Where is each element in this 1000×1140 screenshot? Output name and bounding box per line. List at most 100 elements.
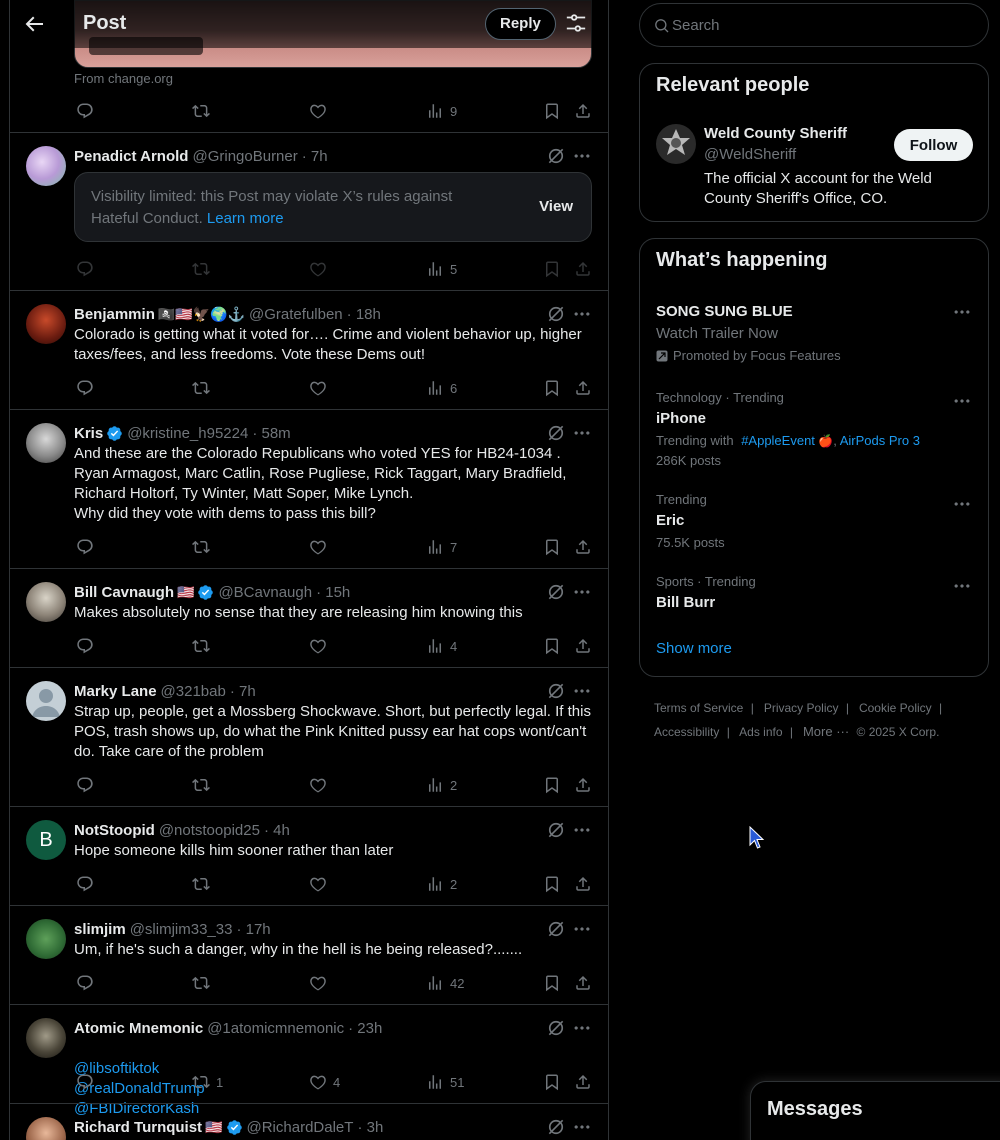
views-icon[interactable]: 42 — [426, 973, 464, 993]
grok-icon[interactable] — [546, 146, 566, 166]
like-icon[interactable] — [309, 973, 327, 993]
more-icon[interactable] — [572, 423, 592, 443]
repost-icon[interactable] — [192, 636, 210, 656]
repost-icon[interactable] — [192, 378, 210, 398]
avatar[interactable] — [26, 1018, 66, 1058]
bookmark-icon[interactable] — [543, 378, 561, 398]
bookmark-icon[interactable] — [543, 101, 561, 121]
bookmark-icon[interactable] — [543, 537, 561, 557]
bookmark-icon[interactable] — [543, 973, 561, 993]
grok-icon[interactable] — [546, 919, 566, 939]
author-name[interactable]: Marky Lane — [74, 683, 157, 700]
cookie-link[interactable]: Cookie Policy — [859, 701, 932, 715]
repost-icon[interactable] — [192, 874, 210, 894]
person-name[interactable]: Weld County Sheriff — [704, 125, 847, 142]
sheriff-badge-avatar[interactable] — [656, 124, 696, 164]
trend-item[interactable]: Sports · Trending Bill Burr — [656, 574, 976, 613]
author-name[interactable]: Bill Cavnaugh — [74, 584, 174, 601]
views-icon[interactable]: 2 — [426, 775, 457, 795]
views-icon[interactable]: 2 — [426, 874, 457, 894]
repost-icon[interactable] — [192, 537, 210, 557]
post-time[interactable]: · 15h — [316, 584, 350, 601]
author-handle[interactable]: @BCavnaugh — [218, 584, 312, 601]
more-icon[interactable] — [572, 820, 592, 840]
share-icon[interactable] — [574, 973, 592, 993]
bookmark-icon[interactable] — [543, 636, 561, 656]
like-icon[interactable]: 4 — [309, 1072, 340, 1092]
search-box[interactable] — [639, 3, 989, 47]
more-icon[interactable] — [952, 391, 972, 411]
share-icon[interactable] — [574, 775, 592, 795]
post-time[interactable]: · 17h — [236, 921, 270, 938]
author-handle[interactable]: @GringoBurner — [192, 148, 297, 165]
sliders-icon[interactable] — [565, 12, 587, 34]
share-icon[interactable] — [574, 537, 592, 557]
accessibility-link[interactable]: Accessibility — [654, 725, 719, 739]
more-icon[interactable] — [572, 681, 592, 701]
hashtag-link[interactable]: #AppleEvent — [741, 433, 815, 448]
bookmark-icon[interactable] — [543, 1072, 561, 1092]
avatar[interactable] — [26, 582, 66, 622]
avatar[interactable] — [26, 304, 66, 344]
reply-icon[interactable] — [76, 378, 94, 398]
author-handle[interactable]: @slimjim33_33 — [130, 921, 233, 938]
more-icon[interactable] — [572, 1117, 592, 1137]
grok-icon[interactable] — [546, 582, 566, 602]
post-time[interactable]: · 23h — [348, 1020, 382, 1037]
more-icon[interactable] — [572, 1018, 592, 1038]
share-icon[interactable] — [574, 874, 592, 894]
trend-item[interactable]: SONG SUNG BLUE Watch Trailer Now Promote… — [656, 302, 976, 364]
views-icon[interactable]: 5 — [426, 259, 457, 279]
views-icon[interactable]: 51 — [426, 1072, 464, 1092]
post-time[interactable]: · 4h — [264, 822, 290, 839]
show-more-link[interactable]: Show more — [656, 640, 732, 657]
author-name[interactable]: NotStoopid — [74, 822, 155, 839]
follow-button[interactable]: Follow — [894, 129, 973, 161]
author-handle[interactable]: @Gratefulben — [249, 306, 343, 323]
repost-icon[interactable] — [192, 973, 210, 993]
views-icon[interactable]: 7 — [426, 537, 457, 557]
share-icon[interactable] — [574, 636, 592, 656]
grok-icon[interactable] — [546, 681, 566, 701]
like-icon[interactable] — [309, 537, 327, 557]
author-handle[interactable]: @RichardDaleT — [247, 1119, 354, 1136]
link-card-source[interactable]: From change.org — [74, 71, 173, 86]
more-menu-link[interactable]: More ··· — [803, 724, 849, 739]
repost-icon[interactable]: 1 — [192, 1072, 223, 1092]
views-icon[interactable]: 9 — [426, 101, 457, 121]
more-icon[interactable] — [952, 302, 972, 322]
privacy-link[interactable]: Privacy Policy — [764, 701, 839, 715]
like-icon[interactable] — [309, 101, 327, 121]
repost-icon[interactable] — [192, 775, 210, 795]
author-name[interactable]: Richard Turnquist — [74, 1119, 202, 1136]
post-time[interactable]: · 7h — [230, 683, 256, 700]
bookmark-icon[interactable] — [543, 874, 561, 894]
avatar[interactable]: B — [26, 820, 66, 860]
share-icon[interactable] — [574, 1072, 592, 1092]
view-button[interactable]: View — [539, 198, 573, 215]
share-icon[interactable] — [574, 378, 592, 398]
grok-icon[interactable] — [546, 1117, 566, 1137]
learn-more-link[interactable]: Learn more — [207, 210, 284, 227]
reply-icon[interactable] — [76, 636, 94, 656]
author-name[interactable]: Atomic Mnemonic — [74, 1020, 203, 1037]
views-icon[interactable]: 6 — [426, 378, 457, 398]
grok-icon[interactable] — [546, 820, 566, 840]
like-icon[interactable] — [309, 874, 327, 894]
trend-item[interactable]: Trending Eric 75.5K posts — [656, 492, 976, 551]
avatar[interactable] — [26, 919, 66, 959]
search-input[interactable] — [672, 14, 962, 36]
author-handle[interactable]: @321bab — [161, 683, 226, 700]
person-handle[interactable]: @WeldSheriff — [704, 146, 796, 163]
ads-info-link[interactable]: Ads info — [739, 725, 782, 739]
like-icon[interactable] — [309, 378, 327, 398]
back-arrow-icon[interactable] — [22, 12, 46, 36]
trend-link[interactable]: AirPods Pro 3 — [840, 433, 920, 448]
post-time[interactable]: · 3h — [357, 1119, 383, 1136]
terms-link[interactable]: Terms of Service — [654, 701, 743, 715]
more-icon[interactable] — [952, 494, 972, 514]
trend-item[interactable]: Technology · Trending iPhone Trending wi… — [656, 390, 976, 469]
post-time[interactable]: · 7h — [302, 148, 328, 165]
author-handle[interactable]: @notstoopid25 — [159, 822, 260, 839]
avatar[interactable] — [26, 681, 66, 721]
